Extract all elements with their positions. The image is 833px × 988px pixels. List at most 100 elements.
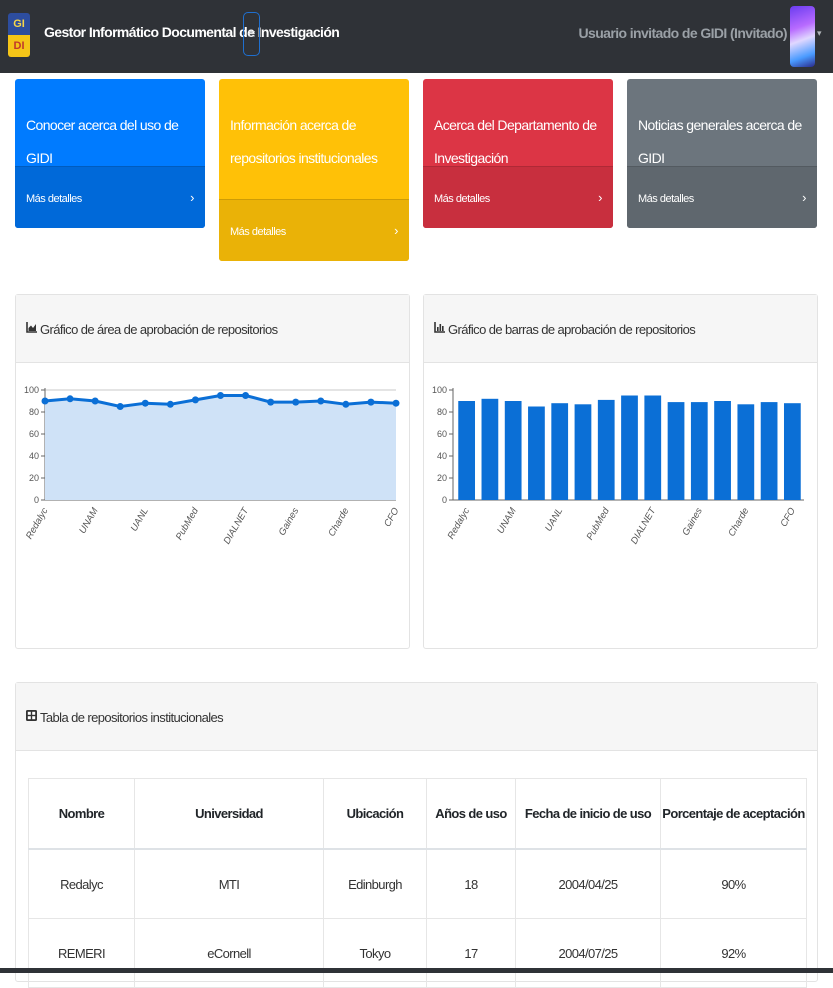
bar [597,399,615,500]
bar-chart: 0 20 40 60 80 100 Redalyc UNAM UANL PubMed DIALNET… [432,385,804,546]
cell-anos: 17 [426,918,516,988]
cell-universidad: MTI [134,848,324,919]
card-footer-link[interactable]: Más detalles › [219,199,409,261]
repositories-table: Nombre Universidad Ubicación Años de uso… [28,778,807,988]
sidebar-toggle-button[interactable]: ≡ [243,12,260,56]
column-header-anos[interactable]: Años de uso [426,778,516,850]
card-title: Noticias generales acerca de GIDI [638,117,802,166]
data-point [267,398,275,406]
x-tick-label: Redalyc [24,506,51,541]
column-header-ubicacion[interactable]: Ubicación [323,778,427,850]
panel-header: Tabla de repositorios institucionales [16,683,817,751]
card-title: Acerca del Departamento de Investigación [434,117,597,166]
x-tick-label: UANL [129,506,151,533]
x-tick-label: UANL [543,506,565,533]
card-details-link[interactable]: Más detalles [638,193,694,205]
data-point [166,400,174,408]
x-tick-label: PubMed [585,505,613,542]
x-tick-label: CFO [382,505,402,528]
x-tick-label: Charde [326,506,351,538]
data-point [242,392,250,399]
bar [783,403,801,500]
data-point [392,399,400,407]
card-details-link[interactable]: Más detalles [434,193,490,205]
card-title: Conocer acerca del uso de GIDI [26,117,179,166]
y-tick-label: 20 [29,473,39,483]
panel-title: Tabla de repositorios institucionales [40,710,224,725]
column-header-porcentaje[interactable]: Porcentaje de aceptación [660,778,807,850]
taskbar-strip [0,968,833,973]
panel-title: Gráfico de barras de aprobación de repos… [448,322,696,337]
chevron-right-icon: › [394,223,398,238]
bar [504,401,522,500]
y-tick-label: 60 [29,429,39,439]
table-header-row: Nombre Universidad Ubicación Años de uso… [28,778,807,850]
area-chart: 0 20 40 60 80 100 Redalyc UNAM UANL PubMed DIALNET… [24,385,402,546]
y-tick-label: 0 [34,495,39,505]
table-row: Redalyc MTI Edinburgh 18 2004/04/25 90% [28,848,807,919]
cell-ubicacion: Edinburgh [323,848,427,919]
card-footer-link[interactable]: Más detalles › [627,166,817,228]
area-chart-icon [26,322,37,333]
brand-title[interactable]: Gestor Informático Documental de Investi… [44,24,340,40]
data-point [191,396,199,404]
cell-fecha: 2004/07/25 [515,918,661,988]
column-header-universidad[interactable]: Universidad [134,778,324,850]
card-noticias: Noticias generales acerca de GIDI Más de… [627,79,817,228]
bar [737,404,755,500]
card-uso-gidi: Conocer acerca del uso de GIDI Más detal… [15,79,205,228]
card-footer-link[interactable]: Más detalles › [423,166,613,228]
card-details-link[interactable]: Más detalles [26,193,82,205]
cell-universidad: eCornell [134,918,324,988]
table-row: REMERI eCornell Tokyo 17 2004/07/25 92% [28,918,807,988]
panel-title: Gráfico de área de aprobación de reposit… [40,322,278,337]
bar [667,402,685,500]
y-tick-label: 40 [29,451,39,461]
cell-nombre: Redalyc [28,848,135,919]
data-point [342,400,350,408]
y-tick-label: 20 [437,473,447,483]
bar [551,403,569,500]
user-menu-label[interactable]: Usuario invitado de GIDI (Invitado) [579,25,788,41]
chevron-down-icon[interactable]: ▾ [817,28,822,39]
chevron-right-icon: › [598,190,602,205]
cell-porcentaje: 92% [660,918,807,988]
y-tick-label: 60 [437,429,447,439]
cell-fecha: 2004/04/25 [515,848,661,919]
bar-chart-icon [434,322,445,333]
table-icon [26,710,37,721]
x-tick-label: Charde [726,506,751,538]
avatar[interactable] [790,6,815,67]
column-header-fecha[interactable]: Fecha de inicio de uso [515,778,661,850]
card-details-link[interactable]: Más detalles [230,226,286,238]
data-point [116,403,124,410]
bar [528,406,545,500]
y-tick-label: 100 [432,385,447,395]
data-point [317,397,325,405]
x-tick-label: Gaines [277,506,302,538]
data-point [217,392,224,399]
bar [714,401,731,500]
logo-bottom: DI [8,35,30,57]
cell-porcentaje: 90% [660,848,807,919]
data-point [41,397,49,405]
card-title: Información acerca de repositorios insti… [230,117,378,166]
cell-anos: 18 [426,848,516,919]
bar [690,402,708,500]
bar [574,404,592,500]
bar [458,401,476,500]
y-tick-label: 80 [29,407,39,417]
x-tick-label: Gaines [680,506,705,538]
bar [481,398,499,500]
data-point [141,399,149,407]
bar [644,395,662,500]
x-tick-label: UNAM [495,506,519,536]
column-header-nombre[interactable]: Nombre [28,778,135,850]
data-point [367,398,375,406]
gidi-logo[interactable]: GI DI [8,13,30,57]
data-point [91,397,99,405]
y-tick-label: 100 [24,385,39,395]
card-footer-link[interactable]: Más detalles › [15,166,205,228]
y-tick-label: 40 [437,451,447,461]
x-tick-label: CFO [778,505,798,528]
